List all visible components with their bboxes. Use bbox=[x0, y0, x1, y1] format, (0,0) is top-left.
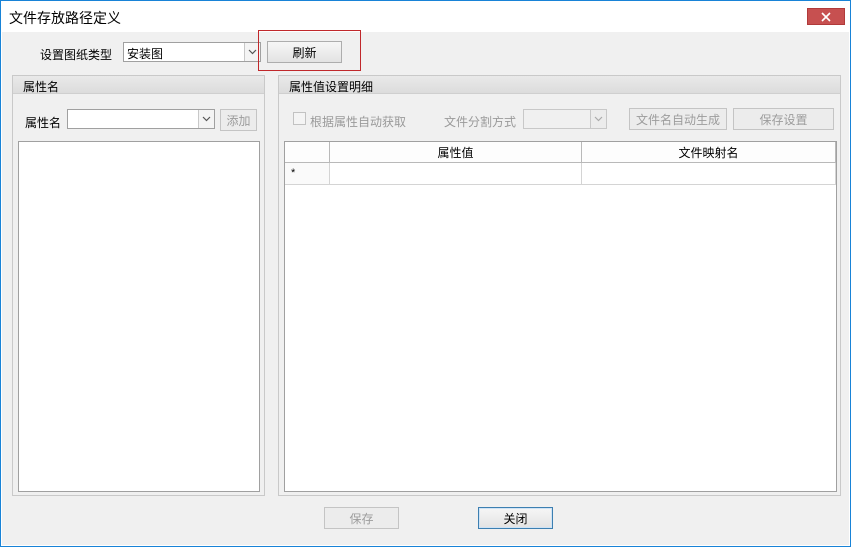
dialog-content: 设置图纸类型 安装图 刷新 属性名 属性名 添加 属性值设置明细 根据属性自动获… bbox=[2, 30, 849, 545]
attribute-value-panel-title: 属性值设置明细 bbox=[289, 80, 374, 94]
grid-column-file-mapping-name[interactable]: 文件映射名 bbox=[582, 142, 836, 163]
grid-row-header-corner bbox=[285, 142, 330, 163]
attribute-name-panel-title: 属性名 bbox=[23, 80, 60, 94]
dialog-window: 文件存放路径定义 设置图纸类型 安装图 刷新 属性名 属性名 添加 属性值设置明… bbox=[0, 0, 851, 547]
attribute-name-list[interactable] bbox=[18, 141, 260, 492]
title-bar[interactable]: 文件存放路径定义 bbox=[1, 1, 850, 32]
split-mode-select[interactable] bbox=[523, 109, 607, 129]
save-settings-button[interactable]: 保存设置 bbox=[733, 108, 834, 130]
attribute-name-select[interactable] bbox=[67, 109, 215, 129]
grid-new-row-attribute-value-cell[interactable] bbox=[330, 163, 582, 185]
attribute-value-panel: 属性值设置明细 根据属性自动获取 文件分割方式 文件名自动生成 保存设置 属性值… bbox=[278, 75, 841, 496]
auto-generate-filename-button[interactable]: 文件名自动生成 bbox=[629, 108, 727, 130]
add-attribute-button[interactable]: 添加 bbox=[220, 109, 257, 131]
close-window-button[interactable] bbox=[807, 8, 845, 25]
grid-new-row-header[interactable]: * bbox=[285, 163, 330, 185]
window-title: 文件存放路径定义 bbox=[9, 10, 121, 26]
auto-fetch-checkbox[interactable] bbox=[293, 112, 306, 125]
drawing-type-value: 安装图 bbox=[127, 47, 164, 61]
attribute-value-grid[interactable]: 属性值 文件映射名 * bbox=[284, 141, 837, 492]
chevron-down-icon[interactable] bbox=[590, 110, 606, 128]
new-row-marker: * bbox=[291, 167, 296, 179]
close-icon bbox=[821, 11, 831, 22]
split-mode-label: 文件分割方式 bbox=[444, 115, 517, 129]
drawing-type-label: 设置图纸类型 bbox=[40, 48, 113, 62]
auto-fetch-label: 根据属性自动获取 bbox=[310, 115, 407, 129]
drawing-type-select[interactable]: 安装图 bbox=[123, 42, 261, 62]
save-button[interactable]: 保存 bbox=[324, 507, 399, 529]
close-button[interactable]: 关闭 bbox=[478, 507, 553, 529]
refresh-button[interactable]: 刷新 bbox=[267, 41, 342, 63]
grid-column-attribute-value[interactable]: 属性值 bbox=[330, 142, 582, 163]
grid-new-row-file-mapping-cell[interactable] bbox=[582, 163, 836, 185]
attribute-name-label: 属性名 bbox=[25, 116, 62, 130]
attribute-value-panel-header: 属性值设置明细 bbox=[279, 76, 840, 94]
chevron-down-icon[interactable] bbox=[198, 110, 214, 128]
attribute-name-panel: 属性名 属性名 添加 bbox=[12, 75, 265, 496]
attribute-name-panel-header: 属性名 bbox=[13, 76, 264, 94]
